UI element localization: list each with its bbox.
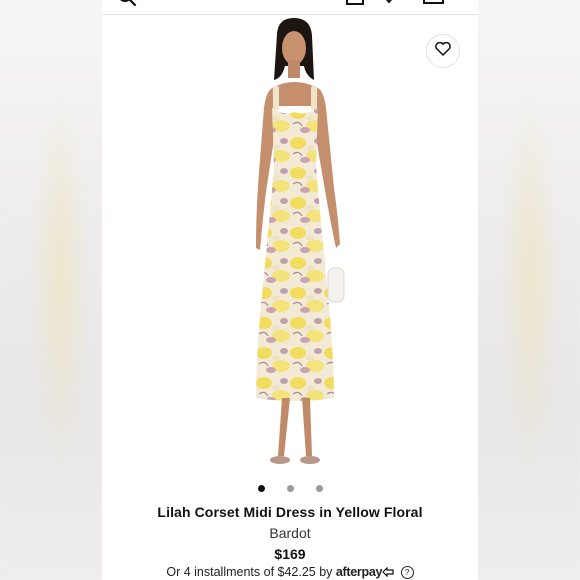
wishlist-button[interactable] xyxy=(426,34,460,68)
gallery-dot-2[interactable] xyxy=(287,485,294,492)
installments-text: Or 4 installments of $42.25 by xyxy=(166,565,333,579)
afterpay-arrows-icon xyxy=(382,566,394,578)
product-screen: Lilah Corset Midi Dress in Yellow Floral… xyxy=(102,0,478,580)
afterpay-logo: afterpay xyxy=(335,565,383,579)
product-image[interactable] xyxy=(222,16,368,476)
account-icon[interactable] xyxy=(346,0,364,17)
gallery-dot-3[interactable] xyxy=(316,485,323,492)
product-title: Lilah Corset Midi Dress in Yellow Floral xyxy=(157,504,423,520)
background-right xyxy=(478,0,580,580)
help-circle-icon[interactable]: ? xyxy=(400,566,414,579)
product-brand[interactable]: Bardot xyxy=(102,525,478,541)
search-icon[interactable] xyxy=(116,0,138,17)
gallery-dot-1[interactable] xyxy=(258,485,265,492)
heart-outline-icon xyxy=(435,41,451,61)
gallery-pagination xyxy=(102,484,478,494)
background-left xyxy=(0,0,102,580)
bag-icon[interactable] xyxy=(422,0,446,17)
installments-info: Or 4 installments of $42.25 by afterpay … xyxy=(102,565,478,579)
top-nav-bar xyxy=(102,0,478,15)
product-price: $169 xyxy=(274,546,306,562)
heart-icon[interactable] xyxy=(382,0,396,17)
